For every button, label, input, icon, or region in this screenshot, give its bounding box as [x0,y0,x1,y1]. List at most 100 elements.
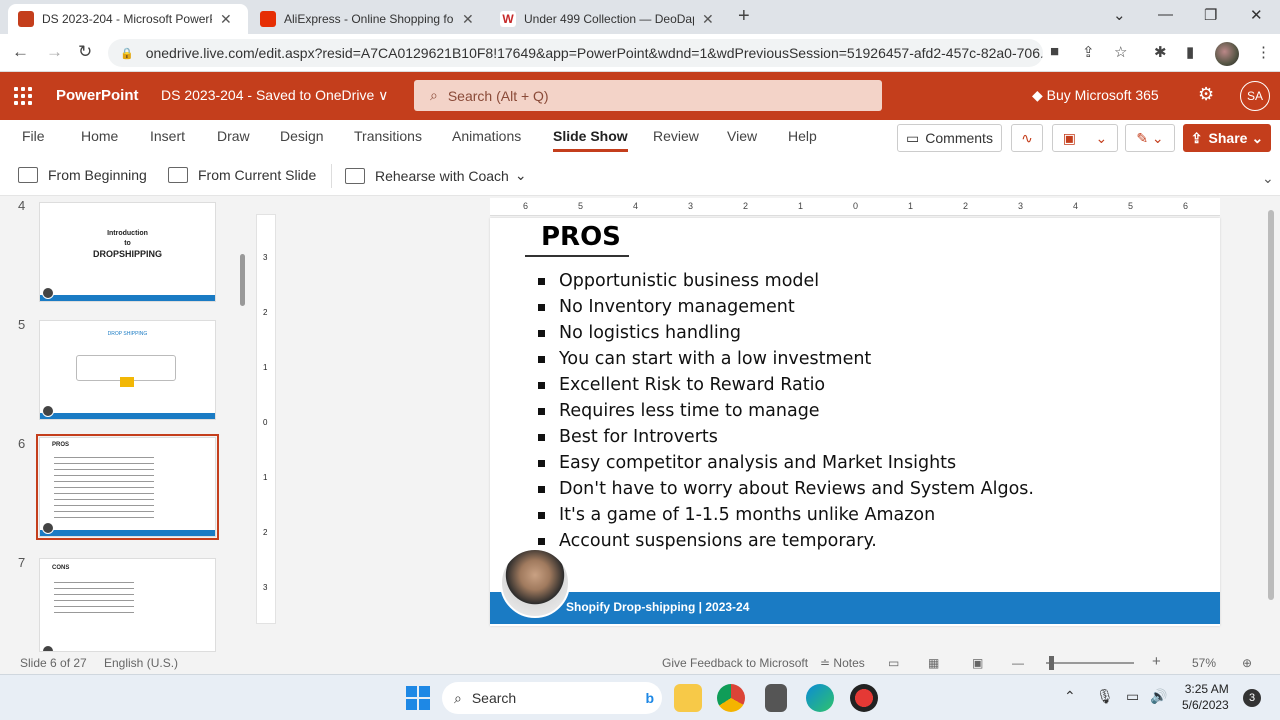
side-panel-icon[interactable]: ▮ [1186,43,1194,61]
tab-design[interactable]: Design [280,128,324,144]
zoom-out-icon[interactable]: — [1012,656,1024,670]
fit-to-window-icon[interactable]: ⊕ [1242,656,1252,670]
bullet-text: You can start with a low investment [559,349,872,369]
slide-thumbnail-7[interactable]: CONS [39,558,216,652]
chrome-icon[interactable] [717,684,745,712]
tab-help[interactable]: Help [788,128,817,144]
presenter-photo [500,548,570,618]
tab-review[interactable]: Review [653,128,699,144]
language[interactable]: English (U.S.) [104,656,178,670]
taskbar-search[interactable]: ⌕ Search b [442,682,662,714]
file-explorer-icon[interactable] [674,684,702,712]
from-current-slide-button[interactable]: From Current Slide [168,167,316,183]
gear-icon[interactable]: ⚙ [1198,84,1214,105]
tab-title: DS 2023-204 - Microsoft PowerPoint [42,12,212,26]
zoom-slider-thumb[interactable] [1049,656,1054,670]
feedback-link[interactable]: Give Feedback to Microsoft [662,656,808,670]
app-launcher-icon[interactable] [14,87,32,105]
tab-home[interactable]: Home [81,128,118,144]
zoom-in-icon[interactable]: + [1152,653,1161,670]
close-icon[interactable]: ✕ [220,11,232,28]
tab-search-icon[interactable]: ⌄ [1113,6,1126,24]
slide-thumbnail-5[interactable]: DROP SHIPPING [39,320,216,420]
clock-time: 3:25 AM [1184,682,1229,696]
close-icon[interactable]: ✕ [702,11,714,28]
present-icon: ▣ [1062,129,1076,146]
extensions-icon[interactable]: ✱ [1154,43,1167,61]
search-icon: ⌕ [430,87,438,103]
catch-up-button[interactable]: ∿ [1011,124,1043,152]
share-page-icon[interactable]: ⇪ [1082,43,1095,61]
new-tab-button[interactable]: + [738,5,750,28]
browser-tab-aliexpress[interactable]: AliExpress - Online Shopping for ✕ [250,4,490,34]
slide-thumbnail-4[interactable]: Introduction to DROPSHIPPING [39,202,216,302]
bookmark-star-icon[interactable]: ☆ [1114,43,1127,61]
tab-slide-show[interactable]: Slide Show [553,128,628,152]
tab-title: Under 499 Collection — DeoDap [524,12,694,26]
record-icon[interactable] [850,684,878,712]
tab-animations[interactable]: Animations [452,128,521,144]
profile-avatar[interactable] [1215,42,1239,66]
maximize-icon[interactable]: ❐ [1204,6,1217,24]
normal-view-icon[interactable]: ▭ [888,656,899,670]
microphone-icon[interactable]: 🎙 [1096,688,1114,705]
list-item: Account suspensions are temporary. [538,528,1034,554]
editing-mode-button[interactable]: ✎ ⌄ [1125,124,1175,152]
display-icon[interactable]: ▭ [1126,688,1139,705]
ruler-tick: 3 [263,583,268,592]
title-underline [525,255,629,257]
close-icon[interactable]: ✕ [462,11,474,28]
bullet-text: Account suspensions are temporary. [559,531,877,551]
tab-view[interactable]: View [727,128,757,144]
tab-transitions[interactable]: Transitions [354,128,422,144]
tab-draw[interactable]: Draw [217,128,250,144]
reading-view-icon[interactable]: ▣ [972,656,983,670]
slide-sorter-icon[interactable]: ▦ [928,656,939,670]
slide-canvas[interactable]: PROS Opportunistic business model No Inv… [490,218,1220,626]
from-beginning-button[interactable]: From Beginning [18,167,147,183]
notification-badge[interactable]: 3 [1243,689,1261,707]
slide-thumbnail-6[interactable]: PROS [36,434,219,540]
edge-icon[interactable] [806,684,834,712]
slide-title[interactable]: PROS [541,222,621,252]
avatar[interactable]: SA [1240,81,1270,111]
bullet-list[interactable]: Opportunistic business model No Inventor… [538,268,1034,554]
avatar [42,287,54,299]
thumbnail-line: DROPSHIPPING [92,249,162,259]
search-input[interactable]: ⌕ Search (Alt + Q) [414,80,882,111]
camera-icon[interactable]: ■ [1050,43,1059,60]
share-button[interactable]: ⇪ Share ⌄ [1183,124,1271,152]
comments-button[interactable]: ▭ Comments [897,124,1002,152]
zoom-slider[interactable] [1046,662,1134,664]
collapse-ribbon-icon[interactable]: ⌄ [1262,170,1274,187]
windows-start-icon[interactable] [406,686,430,710]
volume-icon[interactable]: 🔊 [1150,688,1167,705]
back-icon[interactable]: ← [12,42,29,62]
tab-file[interactable]: File [22,128,45,144]
system-clock[interactable]: 3:25 AM 5/6/2023 [1182,681,1229,713]
ruler-tick: 5 [578,201,584,211]
pencil-icon: ✎ ⌄ [1136,129,1164,146]
rehearse-with-coach-button[interactable]: Rehearse with Coach ⌄ [345,167,527,184]
calculator-icon[interactable] [765,684,787,712]
present-button[interactable]: ▣ ⌄ [1052,124,1118,152]
notes-button[interactable]: ≐ Notes [820,656,865,670]
close-window-icon[interactable]: ✕ [1250,6,1263,24]
reload-icon[interactable]: ↻ [78,42,92,62]
minimize-icon[interactable]: — [1158,6,1173,23]
app-name[interactable]: PowerPoint [56,87,139,104]
bullet-text: Best for Introverts [559,427,718,447]
zoom-level[interactable]: 57% [1192,656,1216,670]
browser-tab-deodap[interactable]: W Under 499 Collection — DeoDap ✕ [490,4,730,34]
slide-scrollbar[interactable] [1268,210,1274,600]
url-field[interactable]: 🔒 onedrive.live.com/edit.aspx?resid=A7CA… [108,39,1043,67]
buy-microsoft-365-button[interactable]: ◆ Buy Microsoft 365 [1032,87,1159,104]
tab-insert[interactable]: Insert [150,128,185,144]
forward-icon[interactable]: → [46,42,63,62]
browser-tab-powerpoint[interactable]: DS 2023-204 - Microsoft PowerPoint ✕ [8,4,248,34]
bullet-icon [538,277,545,285]
document-title[interactable]: DS 2023-204 - Saved to OneDrive ∨ [161,87,388,104]
chevron-up-icon[interactable]: ⌃ [1064,688,1076,705]
menu-icon[interactable]: ⋮ [1256,43,1271,61]
thumbnail-scrollbar[interactable] [240,254,245,306]
